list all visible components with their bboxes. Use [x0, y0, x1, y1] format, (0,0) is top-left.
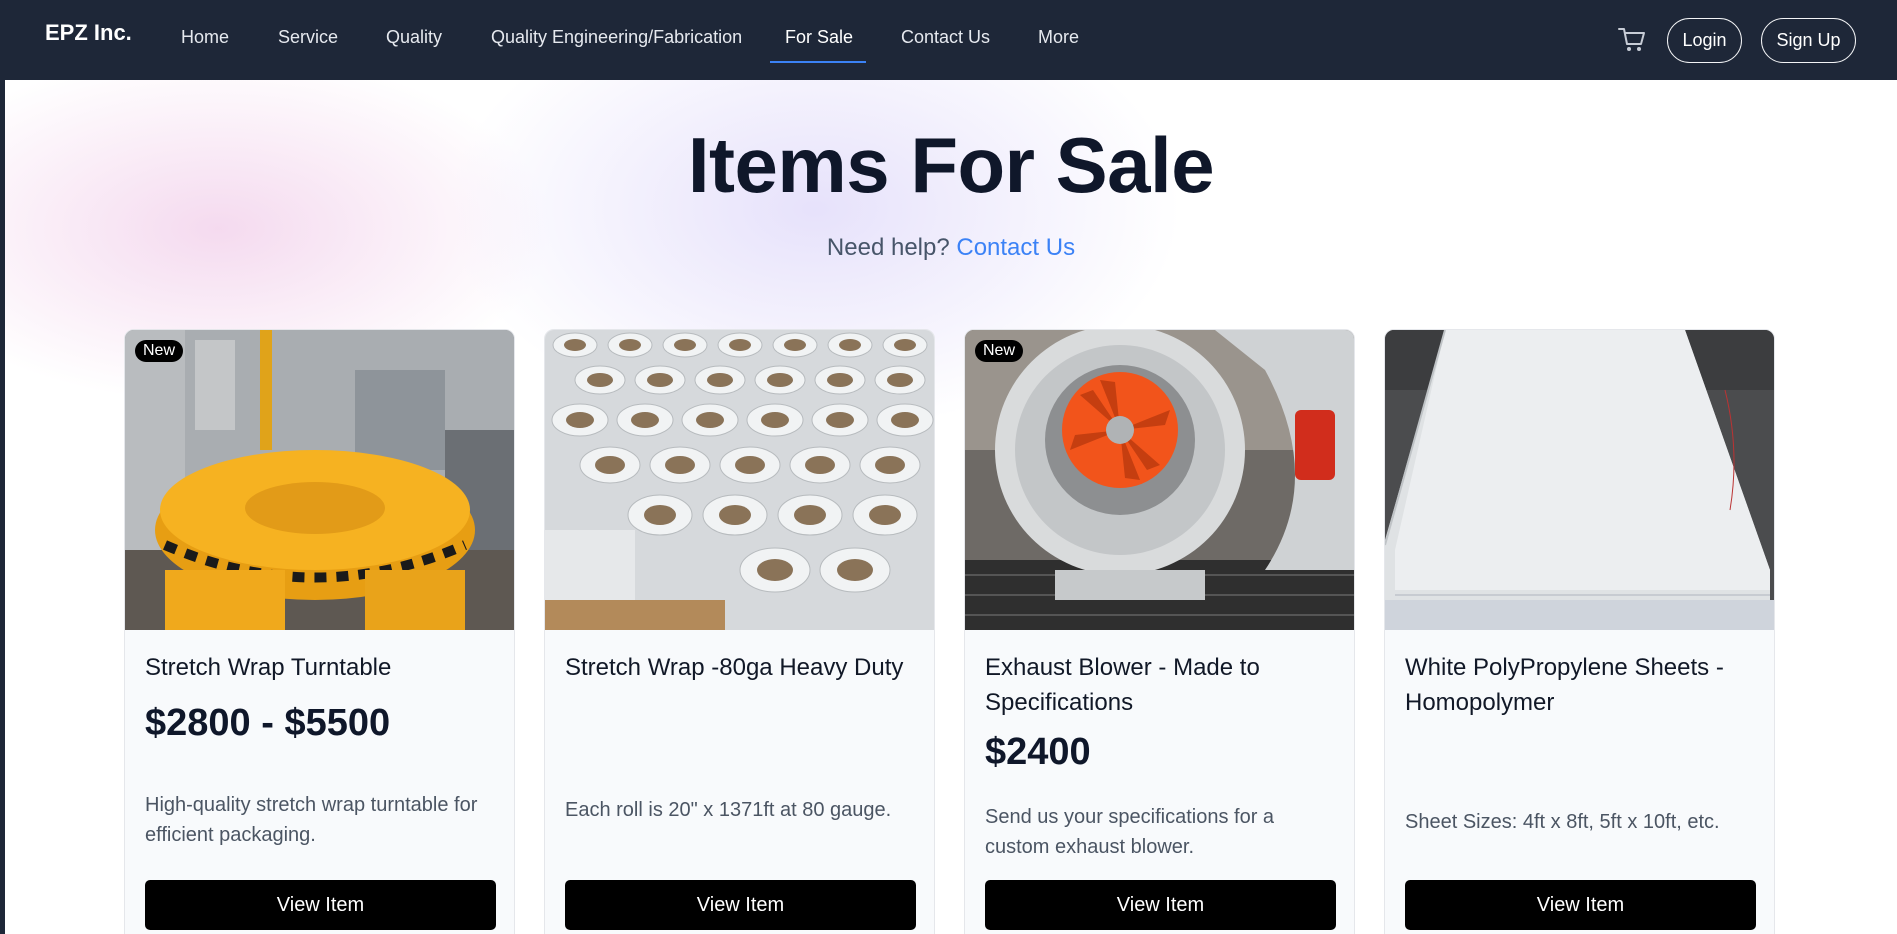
product-price: $2400 — [985, 731, 1091, 773]
active-nav-indicator — [770, 61, 866, 63]
navbar: EPZ Inc. Home Service Quality Quality En… — [0, 0, 1897, 80]
help-line: Need help? Contact Us — [5, 234, 1897, 262]
nav-more[interactable]: More — [1038, 27, 1079, 48]
product-title: Stretch Wrap -80ga Heavy Duty — [565, 654, 904, 681]
product-card: White PolyPropylene Sheets - Homopolymer… — [1384, 329, 1775, 934]
nav-home[interactable]: Home — [181, 27, 229, 48]
product-title: White PolyPropylene Sheets - Homopolymer — [1405, 654, 1724, 716]
product-image[interactable]: New — [965, 330, 1354, 630]
product-description: Send us your specifications for a custom… — [985, 806, 1275, 858]
product-title: Stretch Wrap Turntable — [145, 654, 392, 681]
help-text: Need help? — [826, 234, 950, 261]
nav-service[interactable]: Service — [278, 27, 338, 48]
product-image[interactable] — [1385, 330, 1774, 630]
product-card: New Exhaust Blower - Made to Specificati… — [964, 329, 1355, 934]
view-item-button[interactable]: View Item — [985, 880, 1336, 930]
view-item-button[interactable]: View Item — [145, 880, 496, 930]
product-image[interactable]: New — [125, 330, 514, 630]
main-content: Items For Sale Need help? Contact Us New… — [5, 80, 1897, 934]
contact-us-link[interactable]: Contact Us — [956, 234, 1075, 261]
signup-button[interactable]: Sign Up — [1761, 18, 1856, 63]
page-title: Items For Sale — [687, 121, 1215, 209]
new-badge: New — [135, 340, 184, 362]
product-description: High-quality stretch wrap turntable for … — [145, 794, 478, 846]
nav-quality[interactable]: Quality — [386, 27, 442, 48]
view-item-button[interactable]: View Item — [565, 880, 916, 930]
product-description: Sheet Sizes: 4ft x 8ft, 5ft x 10ft, etc. — [1405, 811, 1720, 833]
new-badge: New — [975, 340, 1024, 362]
nav-quality-engineering[interactable]: Quality Engineering/Fabrication — [491, 27, 742, 48]
login-button[interactable]: Login — [1667, 18, 1742, 63]
brand-logo[interactable]: EPZ Inc. — [45, 20, 132, 46]
shopping-cart-icon[interactable] — [1617, 26, 1647, 54]
product-description: Each roll is 20" x 1371ft at 80 gauge. — [565, 799, 892, 821]
product-title: Exhaust Blower - Made to Specifications — [985, 654, 1260, 716]
product-price: $2800 - $5500 — [145, 702, 391, 744]
nav-contact-us[interactable]: Contact Us — [901, 27, 990, 48]
product-image[interactable] — [545, 330, 934, 630]
nav-for-sale[interactable]: For Sale — [785, 27, 853, 48]
product-card: Stretch Wrap -80ga Heavy Duty Each roll … — [544, 329, 935, 934]
view-item-button[interactable]: View Item — [1405, 880, 1756, 930]
product-card: New Stretch Wrap Turntable $2800 - $5500… — [124, 329, 515, 934]
